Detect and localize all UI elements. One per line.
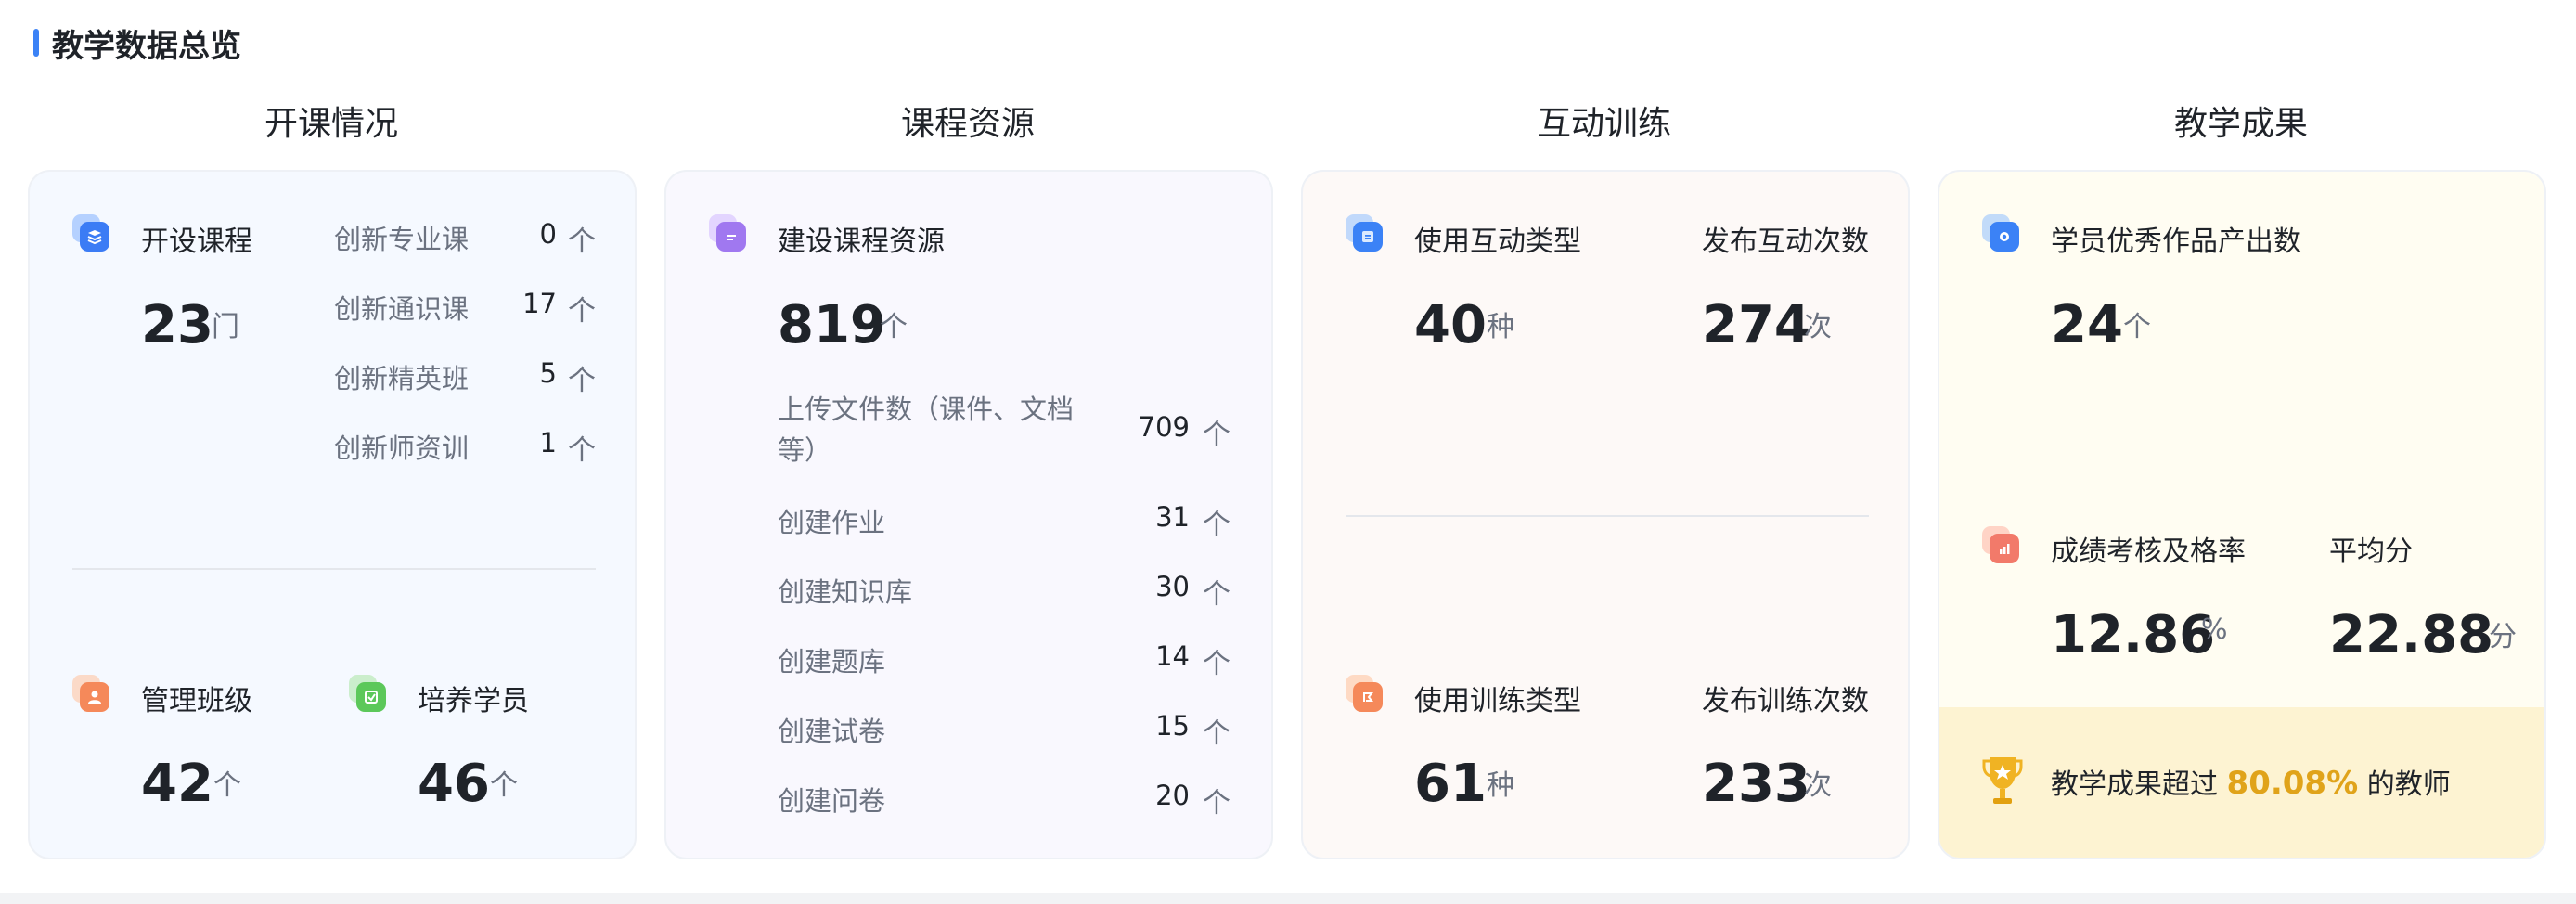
interact-count-value: 274	[1702, 295, 1810, 355]
resource-item-value: 30	[1155, 571, 1190, 602]
document-icon	[709, 214, 746, 252]
resource-item-unit: 个	[1203, 717, 1230, 750]
page-title: 教学数据总览	[52, 27, 241, 65]
interaction-icon	[1346, 214, 1383, 252]
interact-count-label: 发布互动次数	[1702, 226, 1869, 258]
banner-percent: 80.08%	[2226, 765, 2359, 802]
works-label: 学员优秀作品产出数	[2051, 226, 2301, 258]
award-works-icon	[1982, 214, 2019, 252]
breakdown-value: 0	[539, 218, 557, 250]
interact-count-unit: 次	[1804, 311, 1832, 343]
students-value: 46	[418, 754, 490, 814]
breakdown-label: 创新精英班	[334, 363, 470, 394]
pass-rate-unit: %	[2201, 613, 2228, 646]
works-value: 24	[2051, 295, 2123, 355]
outcome-stats-card: 学员优秀作品产出数 24 个 成绩考核及格率 12.86 % 平均分 22.88…	[1938, 170, 2546, 859]
train-count-value: 233	[1702, 754, 1810, 814]
works-unit: 个	[2123, 311, 2151, 343]
resource-item-value: 14	[1155, 640, 1190, 672]
resource-item-unit: 个	[1203, 419, 1230, 451]
training-icon	[1346, 675, 1383, 712]
resource-item-unit: 个	[1203, 648, 1230, 680]
classes-value: 42	[141, 754, 213, 814]
avg-score-unit: 分	[2489, 621, 2517, 653]
banner-suffix: 的教师	[2366, 768, 2451, 801]
resources-total-label: 建设课程资源	[778, 226, 945, 258]
breakdown-label: 创新通识课	[334, 293, 470, 325]
students-unit: 个	[490, 769, 518, 802]
bottom-divider	[0, 893, 2576, 904]
breakdown-unit: 个	[568, 365, 596, 397]
avg-score-value: 22.88	[2329, 605, 2494, 665]
resource-item-unit: 个	[1203, 787, 1230, 820]
resource-item-label: 上传文件数（课件、文档等）	[778, 394, 1075, 466]
train-types-value: 61	[1414, 754, 1487, 814]
pass-rate-value: 12.86	[2051, 605, 2216, 665]
offered-courses-unit: 门	[212, 311, 239, 343]
resource-item-unit: 个	[1203, 509, 1230, 541]
title-accent-bar	[33, 29, 39, 57]
outcome-banner-text: 教学成果超过 80.08% 的教师	[2051, 761, 2451, 802]
offered-courses-value: 23	[141, 295, 213, 355]
interact-types-label: 使用互动类型	[1414, 226, 1581, 258]
resource-item-unit: 个	[1203, 578, 1230, 611]
classes-label: 管理班级	[141, 685, 252, 717]
train-count-unit: 次	[1804, 769, 1832, 802]
trophy-icon	[1982, 754, 2023, 809]
pass-rate-label: 成绩考核及格率	[2051, 536, 2246, 568]
interaction-stats-card: 使用互动类型 40 种 发布互动次数 274 次 使用训练类型 61 种 发布训…	[1301, 170, 1910, 859]
banner-prefix: 教学成果超过	[2051, 768, 2218, 801]
resource-item-label: 创建知识库	[778, 576, 913, 608]
interact-types-unit: 种	[1487, 311, 1514, 343]
breakdown-value: 5	[539, 357, 557, 389]
student-icon	[349, 675, 386, 712]
breakdown-unit: 个	[568, 295, 596, 328]
course-stats-card: 开设课程 23 门 创新专业课 0 个 创新通识课 17 个 创新精英班 5 个…	[28, 170, 637, 859]
breakdown-value: 1	[539, 427, 557, 458]
card-divider	[1346, 515, 1869, 517]
breakdown-label: 创新专业课	[334, 224, 470, 255]
classes-unit: 个	[213, 769, 241, 802]
outcome-banner: 教学成果超过 80.08% 的教师	[1939, 707, 2544, 858]
score-chart-icon	[1982, 526, 2019, 563]
train-count-label: 发布训练次数	[1702, 685, 1869, 717]
resource-item-value: 20	[1155, 780, 1190, 811]
resource-item-label: 创建问卷	[778, 785, 886, 817]
column-title-courses: 开课情况	[264, 105, 398, 143]
resource-item-label: 创建题库	[778, 646, 886, 678]
offered-courses-label: 开设课程	[141, 226, 252, 258]
section-header: 教学数据总览	[33, 24, 241, 65]
resource-item-value: 15	[1155, 710, 1190, 742]
course-book-icon	[72, 214, 109, 252]
breakdown-value: 17	[522, 288, 557, 319]
resources-total-unit: 个	[880, 311, 908, 343]
avg-score-label: 平均分	[2329, 536, 2413, 568]
class-group-icon	[72, 675, 109, 712]
resource-stats-card: 建设课程资源 819 个 上传文件数（课件、文档等） 709 个 创建作业 31…	[664, 170, 1273, 859]
resource-item-label: 创建试卷	[778, 716, 886, 747]
students-label: 培养学员	[418, 685, 529, 717]
interact-types-value: 40	[1414, 295, 1487, 355]
train-types-label: 使用训练类型	[1414, 685, 1581, 717]
column-title-outcomes: 教学成果	[2173, 105, 2308, 143]
resource-item-label: 创建作业	[778, 507, 886, 538]
resource-item-value: 709	[1138, 411, 1190, 443]
breakdown-unit: 个	[568, 434, 596, 467]
breakdown-label: 创新师资训	[334, 433, 470, 464]
resource-item-value: 31	[1155, 501, 1190, 533]
column-title-resources: 课程资源	[900, 105, 1035, 143]
column-title-interaction: 互动训练	[1537, 105, 1671, 143]
card-divider	[72, 568, 596, 570]
train-types-unit: 种	[1487, 769, 1514, 802]
breakdown-unit: 个	[568, 226, 596, 258]
resources-total-value: 819	[778, 295, 886, 355]
